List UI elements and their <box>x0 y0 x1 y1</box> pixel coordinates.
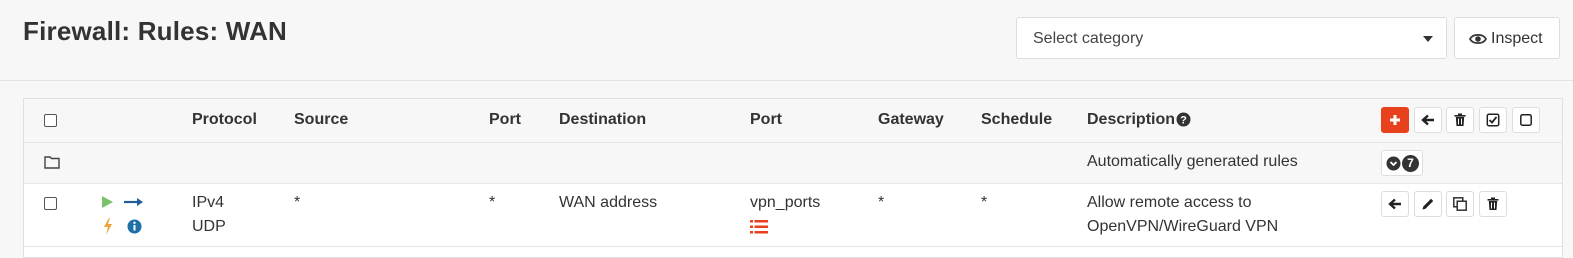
page-title: Firewall: Rules: WAN <box>23 16 288 46</box>
trash-icon <box>1487 197 1499 210</box>
col-schedule[interactable]: Schedule <box>981 111 1052 129</box>
svg-text:?: ? <box>1180 115 1187 127</box>
inspect-button[interactable]: Inspect <box>1454 17 1560 59</box>
rule-select-checkbox[interactable] <box>44 197 57 210</box>
eye-icon <box>1469 33 1487 45</box>
arrow-left-icon <box>1388 198 1401 210</box>
top-bar: Firewall: Rules: WAN Select category Ins… <box>0 0 1573 81</box>
clone-icon <box>1453 197 1467 211</box>
trash-icon <box>1454 113 1466 126</box>
rule-description-line2: OpenVPN/WireGuard VPN <box>1087 218 1279 235</box>
category-select[interactable]: Select category <box>1016 17 1447 59</box>
arrow-right-icon <box>124 198 143 206</box>
chevron-circle-down-icon <box>1386 156 1401 171</box>
delete-selected-button[interactable] <box>1446 107 1474 133</box>
add-rule-button[interactable] <box>1381 107 1409 133</box>
move-rule-button[interactable] <box>1381 191 1409 217</box>
col-description[interactable]: Description <box>1087 111 1175 129</box>
rule-gateway: * <box>878 194 885 211</box>
col-port[interactable]: Port <box>489 111 521 129</box>
inspect-label: Inspect <box>1491 30 1543 47</box>
bolt-icon <box>104 218 112 235</box>
caret-down-icon <box>1423 36 1433 42</box>
pencil-icon <box>1422 198 1434 210</box>
auto-rules-count-badge: 7 <box>1402 155 1419 172</box>
table-header-row: Protocol Source Port Destination Port Ga… <box>24 99 1562 143</box>
col-destination[interactable]: Destination <box>559 111 646 129</box>
auto-rules-row[interactable]: Automatically generated rules 7 <box>24 143 1562 184</box>
category-select-placeholder: Select category <box>1033 30 1144 47</box>
arrow-left-icon <box>1421 114 1434 126</box>
delete-rule-button[interactable] <box>1479 191 1507 217</box>
disable-selected-button[interactable] <box>1512 107 1540 133</box>
col-gateway[interactable]: Gateway <box>878 111 944 129</box>
check-square-icon <box>1486 113 1500 127</box>
play-icon[interactable] <box>101 195 114 209</box>
move-rules-button[interactable] <box>1414 107 1442 133</box>
rule-destination: WAN address <box>559 194 658 211</box>
help-circle-icon[interactable]: ? <box>1176 112 1191 127</box>
rule-protocol-transport: UDP <box>192 218 226 235</box>
rule-protocol-ip: IPv4 <box>192 194 225 211</box>
rule-destination-port[interactable]: vpn_ports <box>750 194 820 212</box>
select-all-checkbox[interactable] <box>44 114 57 127</box>
edit-rule-button[interactable] <box>1414 191 1442 217</box>
table-row[interactable]: IPv4 UDP * * WAN address vpn_ports * * A… <box>24 184 1562 247</box>
rule-source: * <box>294 194 301 211</box>
col-dest-port[interactable]: Port <box>750 111 782 129</box>
rule-schedule: * <box>981 194 988 211</box>
expand-auto-rules-button[interactable]: 7 <box>1381 150 1423 176</box>
list-icon[interactable] <box>750 220 768 234</box>
clone-rule-button[interactable] <box>1446 191 1474 217</box>
rule-description-line1: Allow remote access to <box>1087 194 1252 211</box>
rules-table: Protocol Source Port Destination Port Ga… <box>23 98 1563 258</box>
col-source[interactable]: Source <box>294 111 348 129</box>
col-protocol[interactable]: Protocol <box>192 111 257 129</box>
folder-icon <box>44 156 60 169</box>
auto-rules-description: Automatically generated rules <box>1087 153 1298 170</box>
info-circle-icon[interactable] <box>127 219 142 234</box>
plus-icon <box>1390 115 1400 125</box>
square-icon <box>1520 114 1532 126</box>
enable-selected-button[interactable] <box>1479 107 1507 133</box>
rule-source-port: * <box>489 194 496 211</box>
